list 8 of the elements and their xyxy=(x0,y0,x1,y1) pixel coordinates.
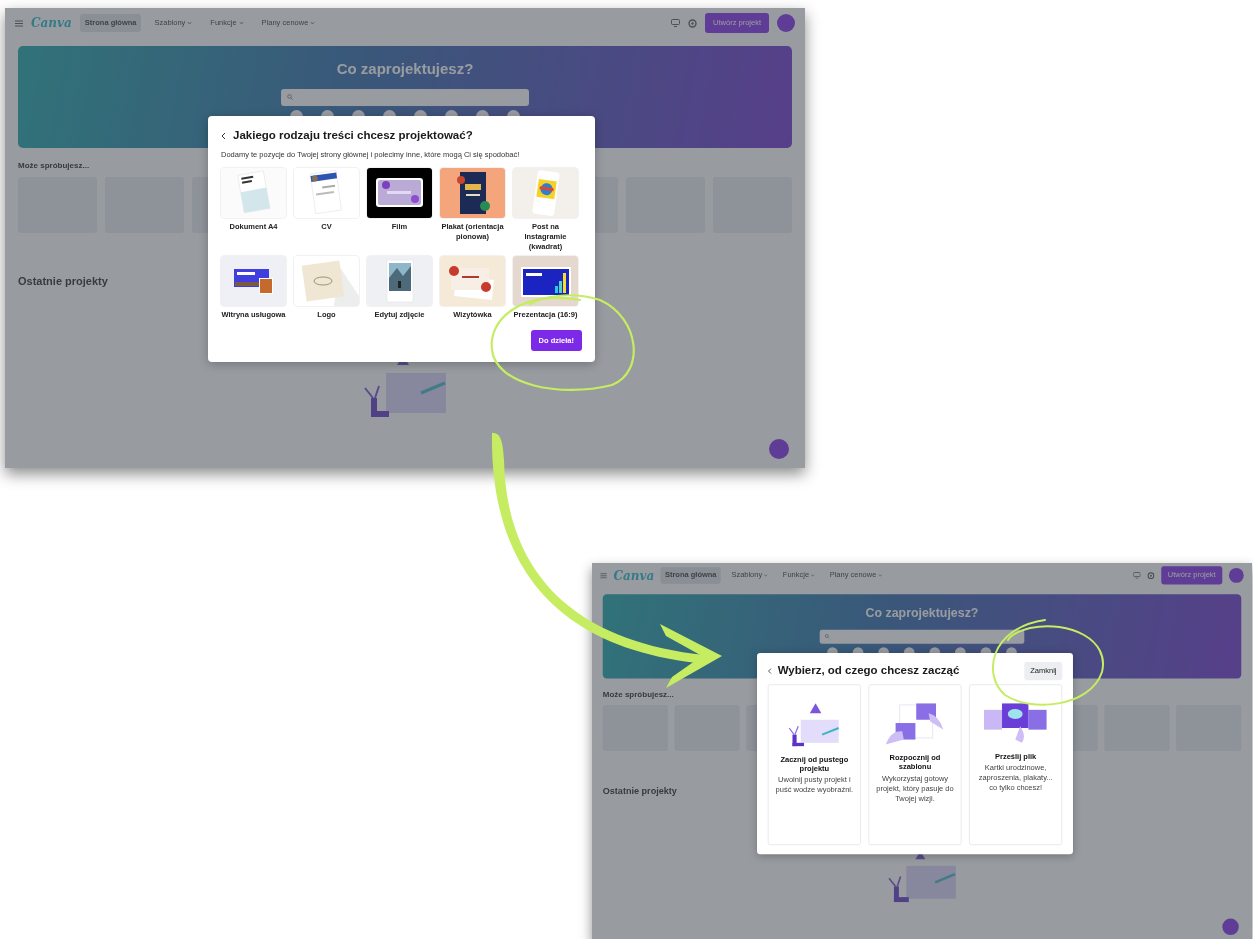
section-title: Ostatnie projekty xyxy=(602,784,677,798)
section-title: Może spróbujesz... xyxy=(18,160,90,172)
section-title: Ostatnie projekty xyxy=(18,274,108,289)
banner-title: Co zaprojektujesz? xyxy=(865,604,979,622)
section-title: Może spróbujesz... xyxy=(602,688,674,701)
dialog-title: Wybierz, od czego chcesz zacząć xyxy=(777,662,960,680)
dialog-title: Jakiego rodzaju treści chcesz projektować? xyxy=(233,128,473,143)
banner-title: Co zaprojektujesz? xyxy=(336,59,474,79)
